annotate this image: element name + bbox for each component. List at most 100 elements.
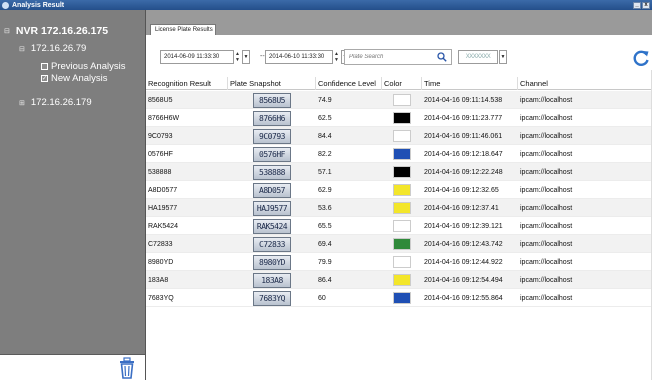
table-row[interactable]: 7683YQ 7683YQ 60 2014-04-16 09:12:55.864 ipc… [146, 289, 651, 307]
tree-node-camera-2[interactable]: ⊞ 172.16.26.179 [19, 97, 92, 108]
start-spinner[interactable]: ▲ ▼ [235, 50, 241, 64]
color-dropdown-button[interactable]: ▼ [499, 50, 507, 64]
table-row[interactable]: 183A8 183A8 86.4 2014-04-16 09:12:54.494 ipc… [146, 271, 651, 289]
tab-license-plate-results[interactable]: License Plate Results [150, 24, 216, 35]
collapse-icon[interactable]: ⊟ [19, 45, 25, 53]
expand-icon[interactable]: ⊞ [19, 99, 25, 107]
table-row[interactable]: 8980YD 8980YD 79.9 2014-04-16 09:12:44.922 i… [146, 253, 651, 271]
option-previous-analysis[interactable]: Previous Analysis [41, 61, 125, 72]
plate-snapshot-image[interactable]: 538888 [253, 164, 291, 180]
cell-color [382, 289, 422, 307]
plate-search-box[interactable] [344, 49, 452, 65]
start-datetime-picker[interactable]: 2014-06-09 11:33:30 ▲ ▼ ▼ [160, 50, 250, 64]
color-swatch [393, 130, 411, 142]
end-spinner[interactable]: ▲ ▼ [334, 50, 340, 64]
table-row[interactable]: A8D0577 A8D057 62.9 2014-04-16 09:12:32.65 i… [146, 181, 651, 199]
cell-color [382, 217, 422, 235]
plate-snapshot-image[interactable]: 8980YD [253, 254, 291, 270]
trash-icon[interactable] [118, 357, 136, 379]
color-filter-select[interactable]: XXXXXXX ▼ [458, 50, 507, 64]
end-datetime-field[interactable]: 2014-06-10 11:33:30 [265, 50, 333, 64]
spin-down-icon[interactable]: ▼ [334, 57, 340, 63]
column-header-recognition-result[interactable]: Recognition Result [146, 77, 228, 90]
cell-channel: ipcam://localhost [520, 114, 573, 122]
refresh-icon[interactable] [632, 49, 650, 67]
cell-confidence-level: 62.9 [318, 186, 332, 194]
spin-down-icon[interactable]: ▼ [235, 57, 241, 63]
search-icon[interactable] [437, 52, 447, 62]
sidebar-footer [0, 354, 145, 380]
start-dropdown-button[interactable]: ▼ [242, 50, 250, 64]
cell-confidence-level: 65.5 [318, 222, 332, 230]
cell-recognition-result: 183A8 [148, 276, 169, 284]
color-swatch [393, 274, 411, 286]
cell-recognition-result: HA19577 [148, 204, 178, 212]
column-header-channel[interactable]: Channel [518, 77, 651, 90]
checkbox[interactable] [41, 63, 48, 70]
table-header: Recognition Result Plate Snapshot Confid… [146, 77, 651, 90]
table-row[interactable]: C72833 C72833 69.4 2014-04-16 09:12:43.742 i… [146, 235, 651, 253]
cell-recognition-result: 0576HF [148, 150, 173, 158]
column-header-time[interactable]: Time [422, 77, 518, 90]
cell-time: 2014-04-16 09:11:14.538 [424, 96, 503, 104]
cell-channel: ipcam://localhost [520, 294, 573, 302]
table-row[interactable]: HA19577 HAJ9577 53.6 2014-04-16 09:12:37.41… [146, 199, 651, 217]
plate-snapshot-image[interactable]: 8766H6 [253, 110, 291, 126]
plate-snapshot-image[interactable]: 7683YQ [253, 290, 291, 306]
plate-snapshot-image[interactable]: HAJ9577 [253, 200, 291, 216]
cell-channel: ipcam://localhost [520, 186, 573, 194]
tab-strip: License Plate Results [146, 10, 652, 35]
cell-plate-snapshot: 183A8 [228, 271, 316, 289]
table-row[interactable]: 8766H6W 8766H6 62.5 2014-04-16 09:11:23.777… [146, 109, 651, 127]
cell-confidence-level: 60 [318, 294, 326, 302]
cell-recognition-result: 538888 [148, 168, 172, 176]
column-header-confidence-level[interactable]: Confidence Level [316, 77, 382, 90]
color-swatch [393, 238, 411, 250]
cell-plate-snapshot: 7683YQ [228, 289, 316, 307]
color-filter-value[interactable]: XXXXXXX [458, 50, 498, 64]
plate-snapshot-image[interactable]: 8568U5 [253, 92, 291, 108]
cell-confidence-level: 74.9 [318, 96, 332, 104]
cell-channel: ipcam://localhost [520, 240, 573, 248]
cell-recognition-result: 8568U5 [148, 96, 173, 104]
collapse-icon[interactable]: ⊟ [4, 27, 10, 35]
column-header-plate-snapshot[interactable]: Plate Snapshot [228, 77, 316, 90]
table-row[interactable]: 0576HF 0576HF 82.2 2014-04-16 09:12:18.647 i… [146, 145, 651, 163]
cell-time: 2014-04-16 09:12:37.41 [424, 204, 499, 212]
table-row[interactable]: 538888 538888 57.1 2014-04-16 09:12:22.248 i… [146, 163, 651, 181]
end-datetime-picker[interactable]: 2014-06-10 11:33:30 ▲ ▼ ▼ [265, 50, 349, 64]
close-button[interactable]: x [642, 1, 650, 9]
cell-confidence-level: 53.6 [318, 204, 332, 212]
plate-snapshot-image[interactable]: 0576HF [253, 146, 291, 162]
cell-plate-snapshot: RAK5424 [228, 217, 316, 235]
tree-node-label: 172.16.26.179 [30, 97, 92, 108]
column-header-color[interactable]: Color [382, 77, 422, 90]
table-row[interactable]: RAK5424 RAK5424 65.5 2014-04-16 09:12:39.12… [146, 217, 651, 235]
option-new-analysis[interactable]: ✓ New Analysis [41, 73, 108, 84]
cell-recognition-result: 7683YQ [148, 294, 174, 302]
tree-node-nvr[interactable]: ⊟ NVR 172.16.26.175 [4, 25, 108, 37]
minimize-button[interactable]: _ [633, 1, 641, 9]
table-row[interactable]: 9C0793 9C0793 84.4 2014-04-16 09:11:46.061 i… [146, 127, 651, 145]
color-swatch [393, 166, 411, 178]
sidebar-tree: ⊟ NVR 172.16.26.175 ⊟ 172.16.26.79 Previ… [0, 10, 145, 380]
cell-time: 2014-04-16 09:12:54.494 [424, 276, 503, 284]
window-controls: _ x [633, 1, 650, 9]
color-swatch [393, 202, 411, 214]
plate-snapshot-image[interactable]: A8D057 [253, 182, 291, 198]
cell-confidence-level: 69.4 [318, 240, 332, 248]
checkbox-checked[interactable]: ✓ [41, 75, 48, 82]
plate-snapshot-image[interactable]: 9C0793 [253, 128, 291, 144]
plate-search-input[interactable] [349, 54, 437, 60]
cell-time: 2014-04-16 09:11:46.061 [424, 132, 503, 140]
start-datetime-field[interactable]: 2014-06-09 11:33:30 [160, 50, 234, 64]
cell-time: 2014-04-16 09:12:43.742 [424, 240, 503, 248]
cell-confidence-level: 57.1 [318, 168, 332, 176]
cell-time: 2014-04-16 09:12:18.647 [424, 150, 503, 158]
plate-snapshot-image[interactable]: RAK5424 [253, 218, 291, 234]
plate-snapshot-image[interactable]: C72833 [253, 236, 291, 252]
cell-plate-snapshot: 8766H6 [228, 109, 316, 127]
tree-node-camera-1[interactable]: ⊟ 172.16.26.79 [19, 43, 86, 54]
table-row[interactable]: 8568U5 8568U5 74.9 2014-04-16 09:11:14.538 i… [146, 91, 651, 109]
plate-snapshot-image[interactable]: 183A8 [253, 272, 291, 288]
